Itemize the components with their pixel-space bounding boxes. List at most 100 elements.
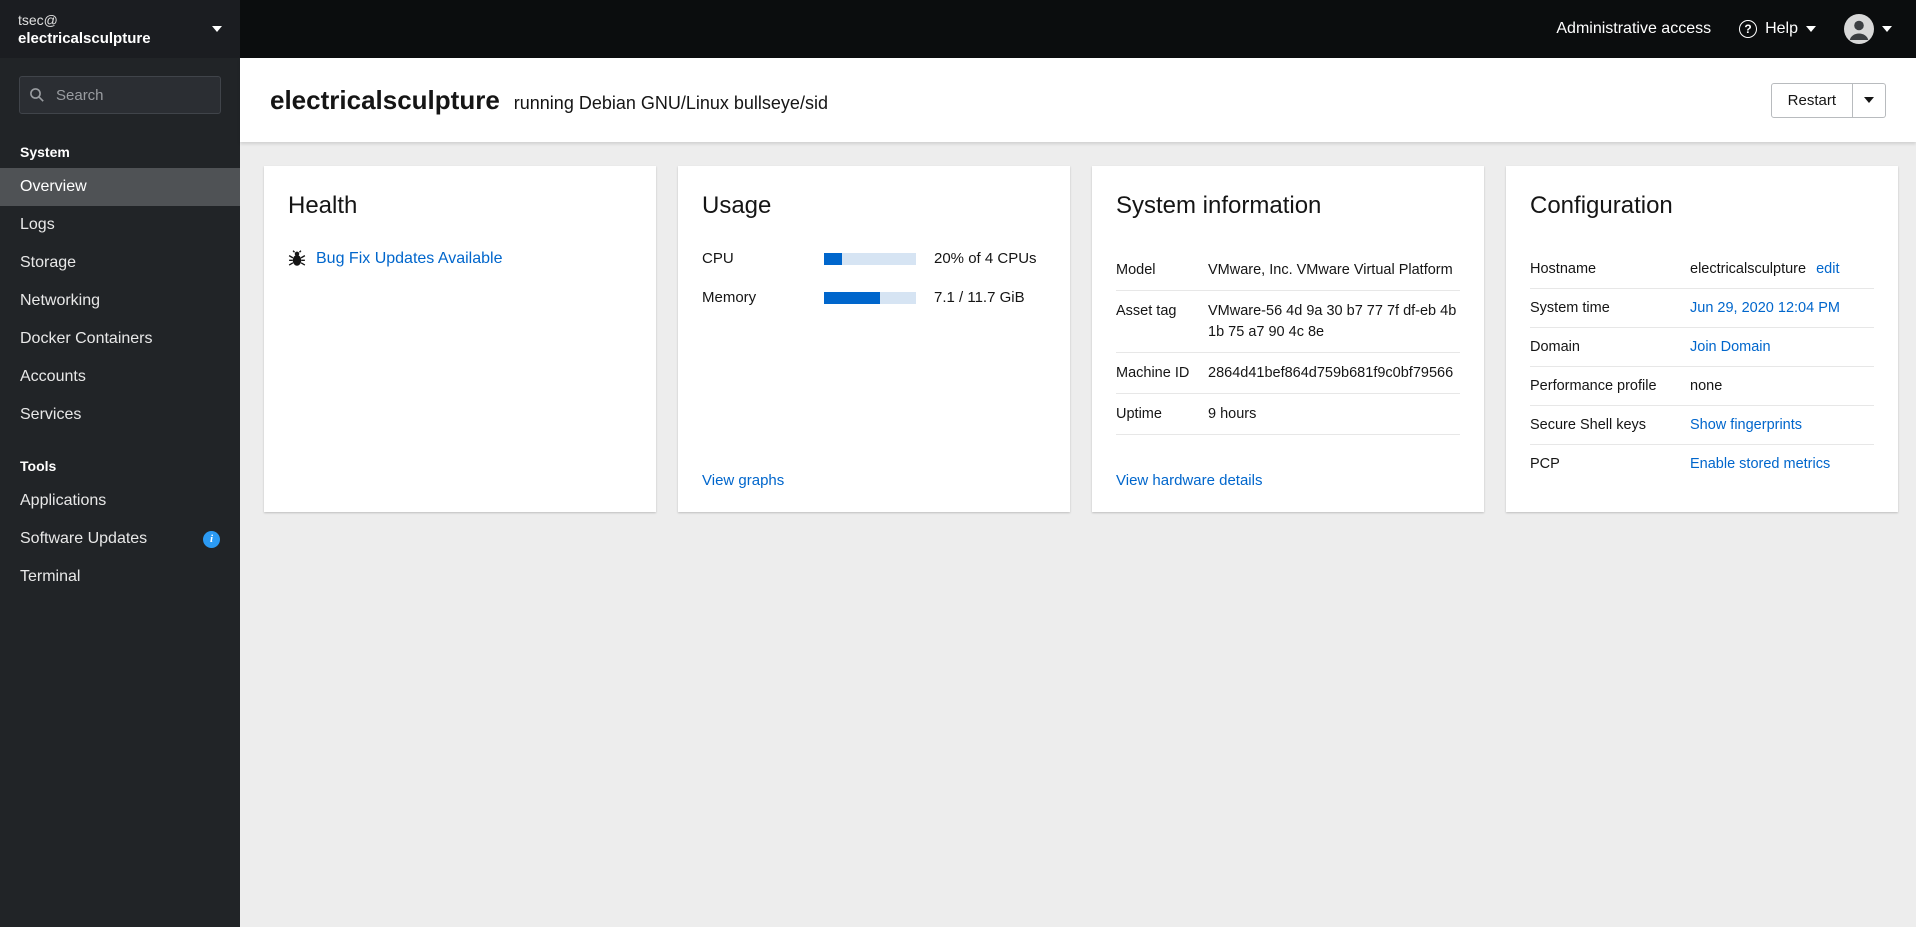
performance-profile-value: none bbox=[1690, 378, 1723, 394]
configuration-table: Hostname electricalsculpture edit System… bbox=[1530, 250, 1874, 483]
system-time-value: Jun 29, 2020 12:04 PM bbox=[1690, 300, 1874, 316]
machine-id-label: Machine ID bbox=[1116, 364, 1190, 381]
health-item: Bug Fix Updates Available bbox=[288, 250, 632, 268]
sidebar-item-storage[interactable]: Storage bbox=[0, 244, 240, 282]
nav-section-tools: Tools bbox=[20, 458, 57, 474]
table-row: Asset tag VMware-56 4d 9a 30 b7 77 7f df… bbox=[1116, 291, 1460, 353]
performance-profile-label: Performance profile bbox=[1530, 378, 1657, 394]
search-input[interactable] bbox=[19, 76, 221, 114]
sidebar-nav: System Overview Logs Storage Networking … bbox=[0, 120, 240, 596]
chevron-down-icon bbox=[1882, 26, 1892, 32]
chevron-down-icon bbox=[1806, 26, 1816, 32]
chevron-down-icon bbox=[1864, 97, 1874, 103]
page-hostname: electricalsculpture bbox=[270, 84, 500, 115]
asset-tag-value: VMware-56 4d 9a 30 b7 77 7f df-eb 4b 1b … bbox=[1208, 303, 1457, 340]
page-os-label: running Debian GNU/Linux bullseye/sid bbox=[513, 92, 828, 113]
host-switcher-labels: tsec@ electricalsculpture bbox=[18, 12, 151, 47]
model-label: Model bbox=[1116, 262, 1156, 278]
table-row: System time Jun 29, 2020 12:04 PM bbox=[1530, 289, 1874, 328]
restart-split-button: Restart bbox=[1770, 82, 1886, 118]
cpu-progress-bar bbox=[824, 252, 916, 265]
masthead: Administrative access ? Help bbox=[240, 0, 1916, 58]
chevron-down-icon bbox=[212, 26, 222, 32]
table-row: Performance profile none bbox=[1530, 367, 1874, 406]
restart-dropdown-toggle[interactable] bbox=[1853, 82, 1886, 118]
secure-shell-keys-value: Show fingerprints bbox=[1690, 417, 1874, 433]
table-row: Uptime 9 hours bbox=[1116, 394, 1460, 436]
table-row: Model VMware, Inc. VMware Virtual Platfo… bbox=[1116, 250, 1460, 292]
configuration-card: Configuration Hostname electricalsculptu… bbox=[1506, 166, 1898, 512]
app-root: tsec@ electricalsculpture System Overvie… bbox=[0, 0, 1916, 927]
sidebar-item-networking[interactable]: Networking bbox=[0, 282, 240, 320]
sidebar-search bbox=[19, 76, 221, 114]
sidebar-item-applications[interactable]: Applications bbox=[0, 482, 240, 520]
sidebar-item-docker-containers[interactable]: Docker Containers bbox=[0, 320, 240, 358]
pcp-label: PCP bbox=[1530, 456, 1560, 472]
sidebar-item-accounts[interactable]: Accounts bbox=[0, 358, 240, 396]
enable-stored-metrics-link[interactable]: Enable stored metrics bbox=[1690, 456, 1830, 472]
sidebar: tsec@ electricalsculpture System Overvie… bbox=[0, 0, 240, 927]
table-row: PCP Enable stored metrics bbox=[1530, 445, 1874, 483]
avatar bbox=[1844, 14, 1874, 44]
help-menu-button[interactable]: ? Help bbox=[1739, 20, 1816, 38]
view-hardware-details-link[interactable]: View hardware details bbox=[1116, 472, 1262, 489]
uptime-value: 9 hours bbox=[1208, 406, 1257, 423]
pcp-value: Enable stored metrics bbox=[1690, 456, 1874, 472]
sidebar-item-terminal[interactable]: Terminal bbox=[0, 558, 240, 596]
restart-button[interactable]: Restart bbox=[1770, 82, 1853, 118]
hostname-label: Hostname bbox=[1530, 261, 1597, 277]
configuration-card-title: Configuration bbox=[1530, 192, 1673, 219]
help-icon: ? bbox=[1739, 20, 1758, 38]
hostname-text: electricalsculpture bbox=[1690, 261, 1807, 277]
health-card-title: Health bbox=[288, 192, 358, 219]
sidebar-item-software-updates[interactable]: Software Updates i bbox=[0, 520, 240, 558]
join-domain-link[interactable]: Join Domain bbox=[1690, 339, 1771, 355]
machine-id-value: 2864d41bef864d759b681f9c0bf79566 bbox=[1208, 364, 1454, 381]
memory-progress-bar bbox=[824, 291, 916, 304]
table-row: Machine ID 2864d41bef864d759b681f9c0bf79… bbox=[1116, 353, 1460, 395]
model-value: VMware, Inc. VMware Virtual Platform bbox=[1208, 262, 1453, 278]
memory-value: 7.1 / 11.7 GiB bbox=[934, 289, 1025, 306]
cpu-value: 20% of 4 CPUs bbox=[934, 250, 1037, 267]
domain-value: Join Domain bbox=[1690, 339, 1874, 355]
table-row: Domain Join Domain bbox=[1530, 328, 1874, 367]
sidebar-item-overview[interactable]: Overview bbox=[0, 168, 240, 206]
usage-card-footer: View graphs bbox=[702, 472, 1046, 490]
uptime-label: Uptime bbox=[1116, 406, 1162, 423]
sidebar-item-logs[interactable]: Logs bbox=[0, 206, 240, 244]
view-graphs-link[interactable]: View graphs bbox=[702, 472, 784, 489]
sidebar-item-label: Software Updates bbox=[20, 530, 148, 547]
system-information-card: System information Model VMware, Inc. VM… bbox=[1092, 166, 1484, 512]
table-row: Hostname electricalsculpture edit bbox=[1530, 250, 1874, 289]
administrative-access-button[interactable]: Administrative access bbox=[1556, 20, 1711, 38]
show-fingerprints-link[interactable]: Show fingerprints bbox=[1690, 417, 1802, 433]
domain-label: Domain bbox=[1530, 339, 1580, 355]
usage-row-memory: Memory 7.1 / 11.7 GiB bbox=[702, 289, 1046, 306]
memory-label: Memory bbox=[702, 289, 757, 306]
table-row: Secure Shell keys Show fingerprints bbox=[1530, 406, 1874, 445]
usage-card: Usage CPU 20% of 4 CPUs Memory 7.1 / 11.… bbox=[678, 166, 1070, 512]
cpu-progress-fill bbox=[824, 252, 843, 265]
secure-shell-keys-label: Secure Shell keys bbox=[1530, 417, 1647, 433]
cpu-label: CPU bbox=[702, 250, 734, 267]
sidebar-item-services[interactable]: Services bbox=[0, 396, 240, 434]
bug-icon bbox=[288, 250, 306, 266]
host-user: tsec@ bbox=[18, 11, 58, 28]
system-information-card-footer: View hardware details bbox=[1116, 472, 1460, 490]
user-menu-button[interactable] bbox=[1844, 14, 1892, 44]
cards-grid: Health Bug Fix Updates Available Usage C… bbox=[264, 166, 1898, 512]
system-time-link[interactable]: Jun 29, 2020 12:04 PM bbox=[1690, 300, 1840, 316]
edit-hostname-link[interactable]: edit bbox=[1816, 261, 1839, 277]
page-header: electricalsculpture running Debian GNU/L… bbox=[240, 58, 1916, 142]
host-switcher[interactable]: tsec@ electricalsculpture bbox=[0, 0, 240, 58]
health-card: Health Bug Fix Updates Available bbox=[264, 166, 656, 512]
content-area: Health Bug Fix Updates Available Usage C… bbox=[240, 142, 1916, 927]
system-time-label: System time bbox=[1530, 300, 1610, 316]
system-information-table: Model VMware, Inc. VMware Virtual Platfo… bbox=[1116, 250, 1460, 436]
bug-fix-updates-link[interactable]: Bug Fix Updates Available bbox=[316, 250, 502, 268]
host-name: electricalsculpture bbox=[18, 29, 151, 47]
main-column: Administrative access ? Help electricals… bbox=[240, 0, 1916, 927]
usage-card-title: Usage bbox=[702, 192, 772, 219]
system-information-card-title: System information bbox=[1116, 192, 1322, 219]
page-title: electricalsculpture running Debian GNU/L… bbox=[270, 85, 828, 116]
